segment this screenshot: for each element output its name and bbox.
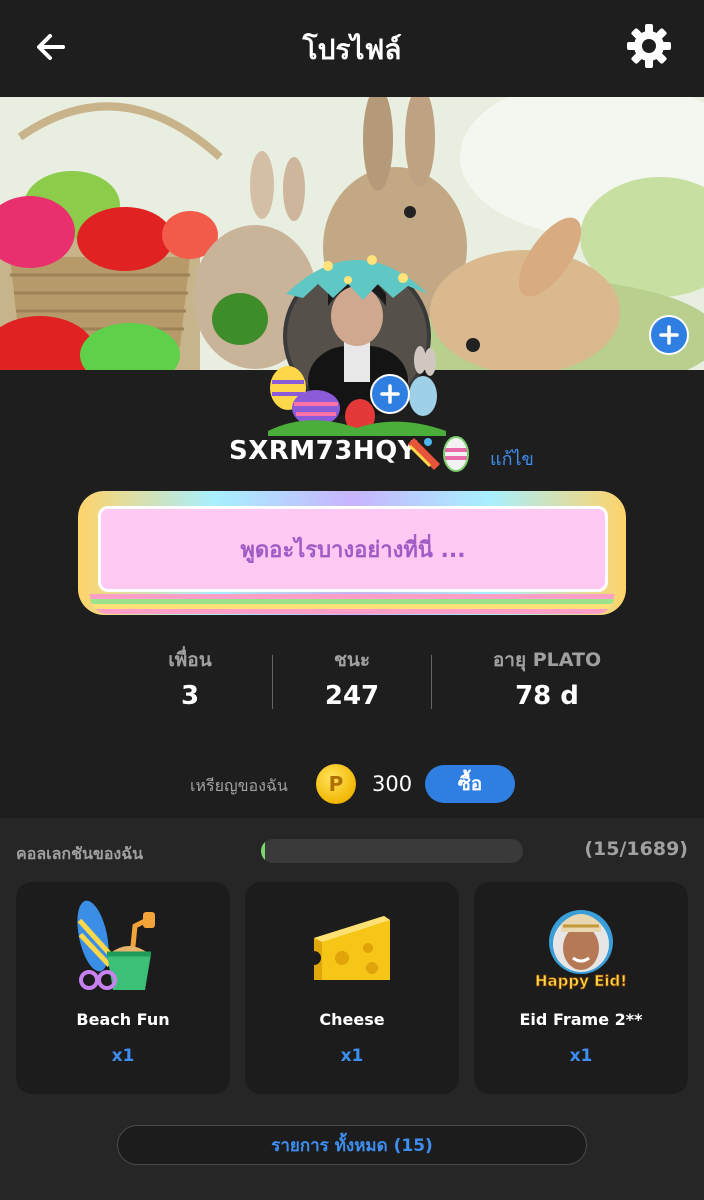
bio-field[interactable]: พูดอะไรบางอย่างที่นี่ ... <box>98 506 608 592</box>
coins-value: 300 <box>372 772 413 796</box>
coin-icon: P <box>316 764 356 804</box>
collection-count: (15/1689) <box>584 838 688 860</box>
view-all-collection-button[interactable]: รายการ ทั้งหมด (15) <box>117 1125 587 1165</box>
username-row: SXRM73HQY แก้ไข <box>0 430 704 478</box>
collection-item-cheese[interactable]: Cheese x1 <box>245 882 459 1094</box>
buy-coins-button[interactable]: ซื้อ <box>425 765 515 803</box>
stat-age: อายุ PLATO 78 d <box>432 645 662 717</box>
cheese-icon <box>307 916 390 980</box>
page-title: โปรไฟล์ <box>302 33 402 66</box>
settings-button[interactable] <box>624 21 674 71</box>
stat-age-label: อายุ PLATO <box>492 649 602 671</box>
stat-age-value: 78 d <box>515 681 579 711</box>
avatar[interactable] <box>268 246 446 436</box>
collection-item-qty: x1 <box>340 1046 364 1066</box>
coin-symbol: P <box>328 772 344 796</box>
collection-item-eid-frame[interactable]: Happy Eid! Eid Frame 2** x1 <box>474 882 688 1094</box>
coins-row: เหรียญของฉัน P 300 ซื้อ <box>0 762 704 806</box>
collection-progress-bar <box>261 839 523 863</box>
collection-section: คอลเลกชันของฉัน (15/1689) Beach Fun x1 C… <box>0 818 704 1200</box>
edit-profile-link[interactable]: แก้ไข <box>490 444 534 473</box>
beach-fun-icon <box>77 900 155 990</box>
username: SXRM73HQY <box>229 436 418 466</box>
bio-frame-trim <box>90 594 614 614</box>
change-cover-button[interactable] <box>649 315 689 355</box>
gear-icon <box>627 24 671 68</box>
top-bar: โปรไฟล์ <box>0 0 704 97</box>
easter-badge-icon <box>408 436 469 472</box>
stat-friends[interactable]: เพื่อน 3 <box>110 645 270 717</box>
plus-icon <box>659 325 679 345</box>
avatar-easter-frame-image <box>268 255 446 436</box>
stat-friends-label: เพื่อน <box>168 649 212 671</box>
stats-row: เพื่อน 3 ชนะ 247 อายุ PLATO 78 d <box>110 645 630 717</box>
collection-item-name: Eid Frame 2** <box>519 1010 643 1029</box>
eid-artwork-text: Happy Eid! <box>535 972 627 990</box>
change-avatar-button[interactable] <box>370 374 410 414</box>
collection-item-name: Cheese <box>319 1010 385 1029</box>
bio-placeholder: พูดอะไรบางอย่างที่นี่ ... <box>240 537 466 563</box>
coins-label: เหรียญของฉัน <box>190 776 288 795</box>
collection-item-beach-fun[interactable]: Beach Fun x1 <box>16 882 230 1094</box>
plus-icon <box>380 384 400 404</box>
collection-progress-fill <box>261 839 265 863</box>
stat-wins-label: ชนะ <box>333 649 371 671</box>
collection-item-qty: x1 <box>569 1046 593 1066</box>
collection-item-qty: x1 <box>111 1046 135 1066</box>
collection-item-name: Beach Fun <box>76 1010 170 1029</box>
stat-wins-value: 247 <box>324 681 380 711</box>
stat-friends-value: 3 <box>180 681 200 711</box>
eid-frame-icon: Happy Eid! <box>535 910 627 990</box>
collection-title: คอลเลกชันของฉัน <box>16 844 144 863</box>
stat-wins: ชนะ 247 <box>273 645 431 717</box>
